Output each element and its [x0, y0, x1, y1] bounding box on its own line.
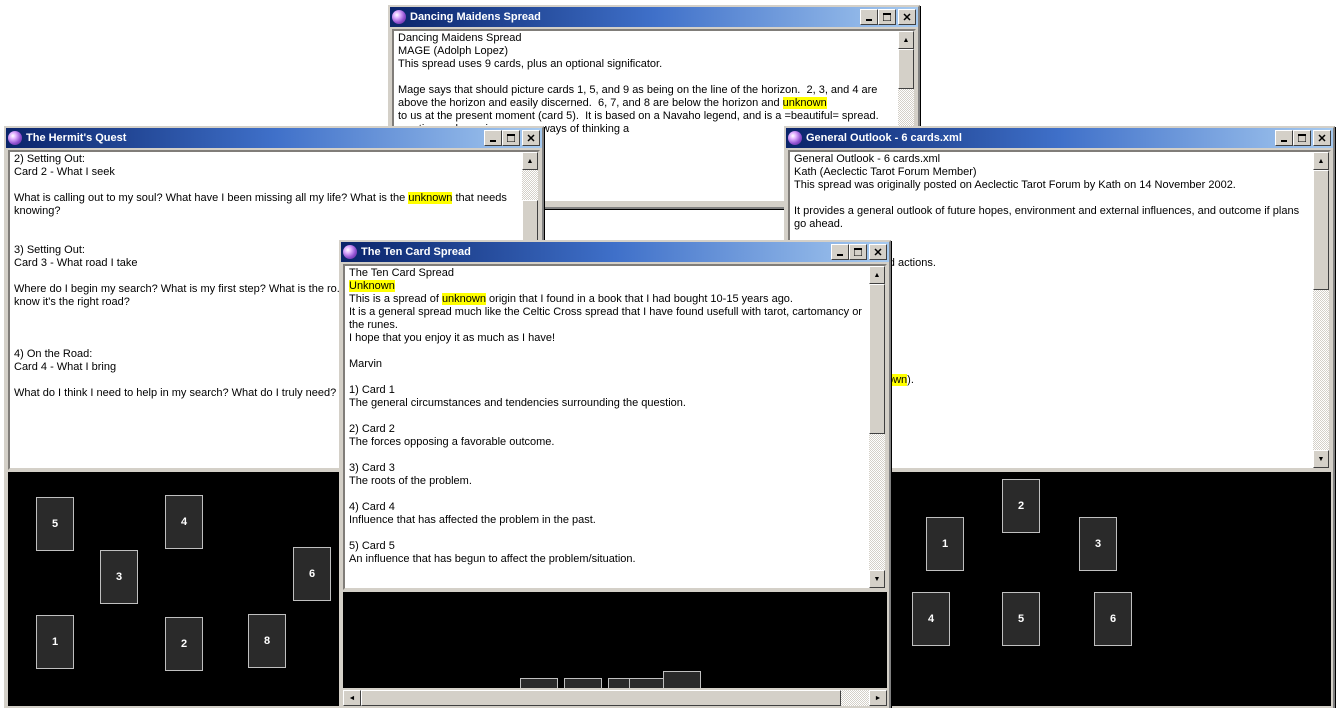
- close-button[interactable]: [869, 244, 887, 260]
- card-slot[interactable]: 6: [293, 547, 331, 601]
- close-button[interactable]: [522, 130, 540, 146]
- titlebar[interactable]: Dancing Maidens Spread: [390, 7, 918, 27]
- window-title: The Ten Card Spread: [361, 246, 831, 258]
- card-slot[interactable]: 8: [248, 614, 286, 668]
- card-slot[interactable]: 4: [912, 592, 950, 646]
- card-slot[interactable]: 10: [520, 678, 558, 688]
- minimize-button[interactable]: [860, 9, 878, 25]
- scroll-track[interactable]: [869, 284, 885, 570]
- titlebar[interactable]: General Outlook - 6 cards.xml: [786, 128, 1333, 148]
- card-slot[interactable]: 4: [165, 495, 203, 549]
- maximize-button[interactable]: [1293, 130, 1311, 146]
- scroll-up-button[interactable]: ▲: [898, 31, 914, 49]
- card-slot[interactable]: 6: [663, 671, 701, 688]
- vertical-scrollbar[interactable]: ▲ ▼: [1313, 152, 1329, 468]
- scroll-track[interactable]: [1313, 170, 1329, 450]
- scroll-thumb[interactable]: [898, 49, 914, 89]
- window-title: Dancing Maidens Spread: [410, 11, 860, 23]
- scroll-up-button[interactable]: ▲: [522, 152, 538, 170]
- scroll-track[interactable]: [361, 690, 869, 706]
- card-slot[interactable]: 3: [1079, 517, 1117, 571]
- card-slot[interactable]: 1: [36, 615, 74, 669]
- card-slot[interactable]: 7: [629, 678, 667, 688]
- maximize-button[interactable]: [849, 244, 867, 260]
- app-icon: [392, 10, 406, 24]
- card-slot[interactable]: 3: [100, 550, 138, 604]
- scroll-thumb[interactable]: [1313, 170, 1329, 290]
- window-title: General Outlook - 6 cards.xml: [806, 132, 1275, 144]
- scroll-thumb[interactable]: [869, 284, 885, 434]
- spread-text: The Ten Card Spread Unknown This is a sp…: [347, 266, 868, 588]
- scroll-up-button[interactable]: ▲: [1313, 152, 1329, 170]
- minimize-button[interactable]: [484, 130, 502, 146]
- scroll-thumb[interactable]: [361, 690, 841, 706]
- app-icon: [8, 131, 22, 145]
- scroll-right-button[interactable]: ►: [869, 690, 887, 706]
- card-slot[interactable]: 5: [36, 497, 74, 551]
- card-slot[interactable]: 2: [165, 617, 203, 671]
- window-ten-card-spread[interactable]: The Ten Card Spread The Ten Card Spread …: [339, 240, 891, 708]
- scroll-down-button[interactable]: ▼: [1313, 450, 1329, 468]
- card-slot[interactable]: 2: [1002, 479, 1040, 533]
- minimize-button[interactable]: [831, 244, 849, 260]
- card-slot[interactable]: 1: [926, 517, 964, 571]
- horizontal-scrollbar[interactable]: ◄ ►: [343, 690, 887, 706]
- window-title: The Hermit's Quest: [26, 132, 484, 144]
- titlebar[interactable]: The Ten Card Spread: [341, 242, 889, 262]
- scroll-up-button[interactable]: ▲: [869, 266, 885, 284]
- maximize-button[interactable]: [878, 9, 896, 25]
- scroll-down-button[interactable]: ▼: [869, 570, 885, 588]
- card-slot[interactable]: 9: [564, 678, 602, 688]
- app-icon: [788, 131, 802, 145]
- minimize-button[interactable]: [1275, 130, 1293, 146]
- maximize-button[interactable]: [502, 130, 520, 146]
- close-button[interactable]: [1313, 130, 1331, 146]
- app-icon: [343, 245, 357, 259]
- text-pane[interactable]: The Ten Card Spread Unknown This is a sp…: [343, 264, 887, 590]
- card-layout-pane[interactable]: 109876: [343, 592, 887, 688]
- card-slot[interactable]: 5: [1002, 592, 1040, 646]
- scroll-left-button[interactable]: ◄: [343, 690, 361, 706]
- card-slot[interactable]: 6: [1094, 592, 1132, 646]
- titlebar[interactable]: The Hermit's Quest: [6, 128, 542, 148]
- vertical-scrollbar[interactable]: ▲ ▼: [869, 266, 885, 588]
- close-button[interactable]: [898, 9, 916, 25]
